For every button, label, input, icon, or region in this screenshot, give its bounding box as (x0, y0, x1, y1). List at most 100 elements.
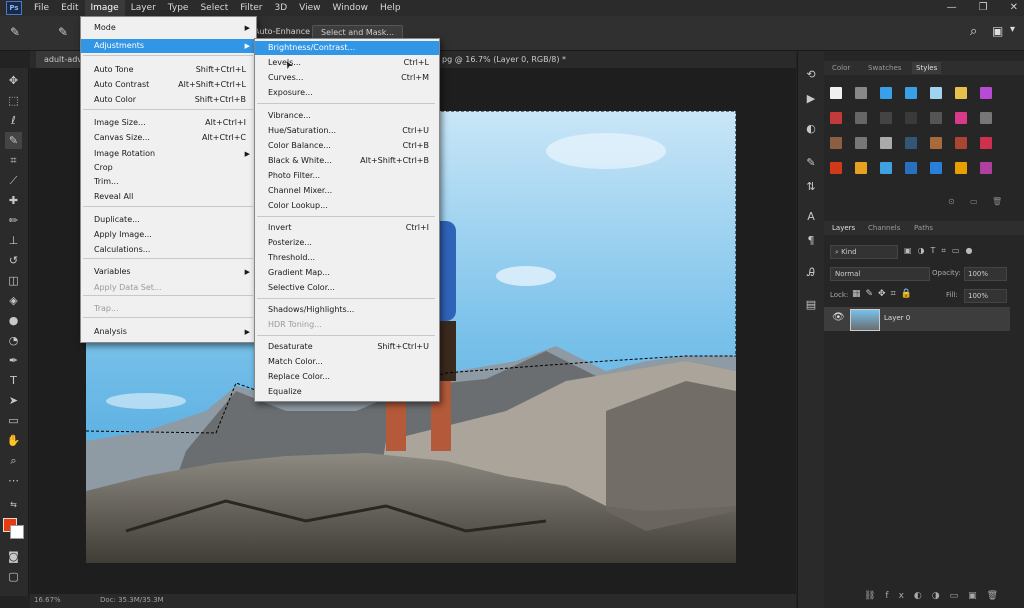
style-swatch[interactable] (905, 112, 917, 124)
hand-tool-icon[interactable]: ✋ (5, 432, 22, 449)
menu-file[interactable]: File (28, 0, 55, 16)
style-swatch[interactable] (880, 162, 892, 174)
brush-mode-icon[interactable]: ✎ (58, 25, 68, 39)
restore-icon[interactable]: ❐ (979, 0, 988, 16)
menu-item-selective-color[interactable]: Selective Color... (255, 281, 439, 295)
tab-color[interactable]: Color (832, 62, 850, 74)
menu-item-shadows-highlights[interactable]: Shadows/Highlights... (255, 303, 439, 317)
paragraph-icon[interactable]: ¶ (803, 233, 819, 249)
menu-item-color-balance[interactable]: Color Balance... Ctrl+B (255, 139, 439, 153)
blur-tool-icon[interactable]: ● (5, 312, 22, 329)
chevron-down-icon[interactable]: ▾ (1010, 24, 1015, 35)
clone-stamp-tool-icon[interactable]: ⊥ (5, 232, 22, 249)
style-swatch[interactable] (980, 162, 992, 174)
tool-presets-icon[interactable]: ⇅ (803, 179, 819, 195)
menu-item-auto-tone[interactable]: Auto Tone Shift+Ctrl+L (81, 63, 256, 77)
shape-tool-icon[interactable]: ▭ (5, 412, 22, 429)
eye-icon[interactable]: 👁 (832, 312, 845, 323)
path-selection-tool-icon[interactable]: ➤ (5, 392, 22, 409)
style-swatch[interactable] (955, 87, 967, 99)
menu-item-replace-color[interactable]: Replace Color... (255, 370, 439, 384)
properties-icon[interactable]: ▤ (803, 297, 819, 313)
menu-type[interactable]: Type (162, 0, 195, 16)
layer-kind-filter[interactable]: ⌕ Kind (830, 245, 898, 259)
style-swatch[interactable] (955, 137, 967, 149)
style-swatch[interactable] (955, 112, 967, 124)
menu-item-color-lookup[interactable]: Color Lookup... (255, 199, 439, 213)
style-swatch[interactable] (855, 137, 867, 149)
menu-item-variables[interactable]: Variables ▶ (81, 265, 256, 279)
minimize-icon[interactable]: — (947, 0, 957, 16)
menu-item-invert[interactable]: Invert Ctrl+I (255, 221, 439, 235)
style-swatch[interactable] (880, 87, 892, 99)
menu-item-black-white[interactable]: Black & White... Alt+Shift+Ctrl+B (255, 154, 439, 168)
menu-image[interactable]: Image (84, 0, 125, 16)
style-swatch[interactable] (855, 87, 867, 99)
pen-tool-icon[interactable]: ✒ (5, 352, 22, 369)
background-color-swatch[interactable] (10, 525, 24, 539)
style-swatch[interactable] (955, 162, 967, 174)
menu-item-vibrance[interactable]: Vibrance... (255, 109, 439, 123)
close-icon[interactable]: ✕ (1010, 0, 1018, 16)
paint-bucket-tool-icon[interactable]: ◈ (5, 292, 22, 309)
menu-item-trim[interactable]: Trim... (81, 175, 256, 189)
menu-item-trap[interactable]: Trap... (81, 302, 256, 316)
menu-item-equalize[interactable]: Equalize (255, 385, 439, 399)
tab-layers[interactable]: Layers (832, 222, 855, 234)
eyedropper-tool-icon[interactable]: ⟋ (5, 172, 22, 189)
adjustments-icon[interactable]: ◐ (803, 121, 819, 137)
brush-settings-icon[interactable]: ✎ (803, 155, 819, 171)
menu-window[interactable]: Window (327, 0, 375, 16)
menu-item-crop[interactable]: Crop (81, 161, 256, 175)
menu-item-duplicate[interactable]: Duplicate... (81, 213, 256, 227)
tab-styles[interactable]: Styles (912, 62, 942, 74)
menu-item-gradient-map[interactable]: Gradient Map... (255, 266, 439, 280)
style-swatch[interactable] (980, 112, 992, 124)
menu-item-image-rotation[interactable]: Image Rotation ▶ (81, 147, 256, 161)
menu-item-reveal-all[interactable]: Reveal All (81, 190, 256, 204)
menu-item-threshold[interactable]: Threshold... (255, 251, 439, 265)
history-icon[interactable]: ⟲ (803, 67, 819, 83)
menu-item-channel-mixer[interactable]: Channel Mixer... (255, 184, 439, 198)
history-brush-tool-icon[interactable]: ↺ (5, 252, 22, 269)
brush-tool-icon[interactable]: ✏ (5, 212, 22, 229)
menu-item-auto-color[interactable]: Auto Color Shift+Ctrl+B (81, 93, 256, 107)
menu-item-image-size[interactable]: Image Size... Alt+Ctrl+I (81, 116, 256, 130)
tab-channels[interactable]: Channels (868, 222, 900, 234)
lasso-tool-icon[interactable]: ℓ (5, 112, 22, 129)
more-tools-icon[interactable]: ⋯ (5, 472, 22, 489)
style-swatch[interactable] (905, 87, 917, 99)
quick-selection-tool-icon[interactable]: ✎ (10, 25, 20, 39)
new-style-icon[interactable]: ⊙ (948, 197, 955, 206)
quick-mask-icon[interactable]: ◙ (5, 548, 22, 565)
layer-row[interactable]: 👁 Layer 0 (824, 307, 1010, 331)
character-icon[interactable]: A (803, 209, 819, 225)
menu-item-apply-data-set[interactable]: Apply Data Set... (81, 281, 256, 295)
menu-item-analysis[interactable]: Analysis ▶ (81, 325, 256, 339)
layer-name[interactable]: Layer 0 (884, 314, 910, 322)
menu-edit[interactable]: Edit (55, 0, 84, 16)
type-tool-icon[interactable]: T (5, 372, 22, 389)
workspace-icon[interactable]: ▣ (992, 24, 1003, 38)
menu-item-adjustments[interactable]: Adjustments ▶ (81, 39, 256, 53)
style-swatch[interactable] (830, 87, 842, 99)
menu-item-calculations[interactable]: Calculations... (81, 243, 256, 257)
layer-filter-icons[interactable]: ▣◑T⌗▭● (904, 246, 978, 256)
style-swatch[interactable] (855, 112, 867, 124)
actions-play-icon[interactable]: ▶ (803, 91, 819, 107)
menu-select[interactable]: Select (194, 0, 234, 16)
tab-paths[interactable]: Paths (914, 222, 933, 234)
menu-item-match-color[interactable]: Match Color... (255, 355, 439, 369)
marquee-tool-icon[interactable]: ⬚ (5, 92, 22, 109)
style-swatch[interactable] (855, 162, 867, 174)
crop-tool-icon[interactable]: ⌗ (5, 152, 22, 169)
zoom-level[interactable]: 16.67% (34, 596, 61, 604)
eraser-tool-icon[interactable]: ◫ (5, 272, 22, 289)
menu-item-photo-filter[interactable]: Photo Filter... (255, 169, 439, 183)
menu-item-desaturate[interactable]: Desaturate Shift+Ctrl+U (255, 340, 439, 354)
menu-item-exposure[interactable]: Exposure... (255, 86, 439, 100)
fill-input[interactable]: 100% (964, 289, 1007, 303)
layers-footer-icons[interactable]: ⛓fx◐◑▭▣🗑 (864, 591, 1008, 601)
document-tab-info[interactable]: pg @ 16.7% (Layer 0, RGB/8) * (442, 51, 566, 68)
menu-item-curves[interactable]: Curves... Ctrl+M (255, 71, 439, 85)
